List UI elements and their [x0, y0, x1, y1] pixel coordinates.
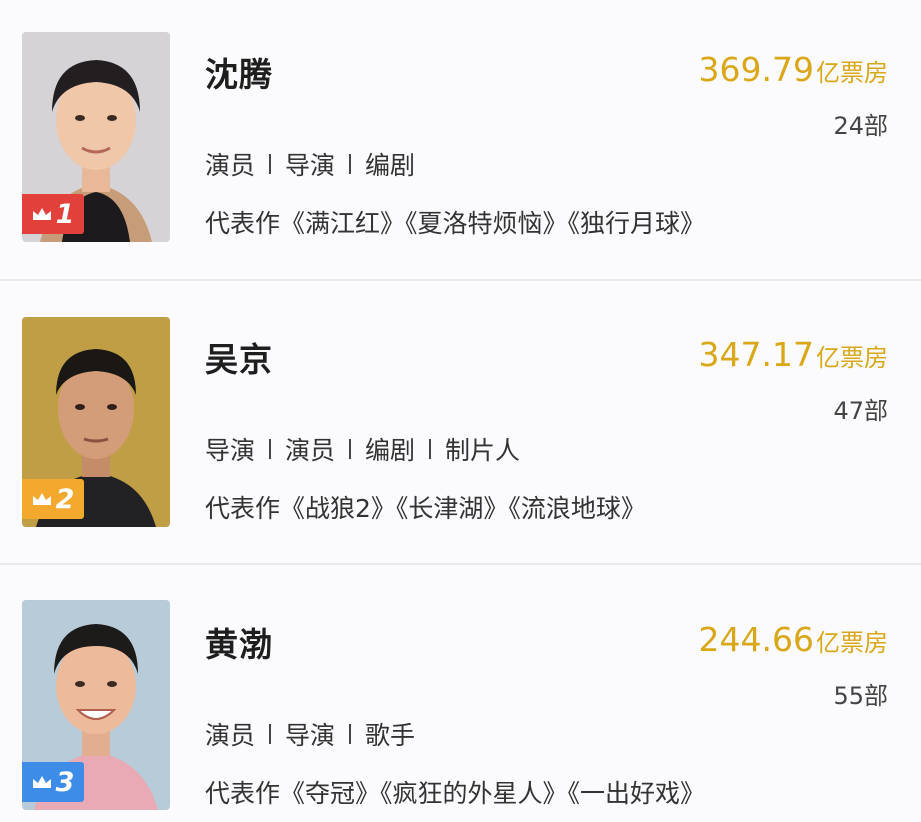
film-count: 55部 [833, 682, 888, 710]
role-separator [349, 154, 352, 174]
rank-number: 1 [55, 198, 75, 230]
role-separator [269, 439, 272, 459]
rank-number: 2 [55, 483, 75, 515]
box-office-value: 369.79 [698, 50, 814, 89]
role-separator [349, 724, 352, 744]
rank-badge: 3 [22, 762, 84, 802]
avatar[interactable]: 3 [22, 600, 170, 810]
role-separator [429, 439, 432, 459]
person-name: 吴京 [205, 340, 273, 379]
representative-works: 代表作《战狼2》《长津湖》《流浪地球》 [205, 494, 646, 523]
role-label: 导演 [205, 436, 256, 465]
role-label: 导演 [285, 721, 336, 750]
person-name: 沈腾 [205, 55, 273, 94]
representative-works: 代表作《夺冠》《疯狂的外星人》《一出好戏》 [205, 779, 706, 808]
crown-icon [32, 493, 51, 505]
role-separator [269, 154, 272, 174]
role-label: 制片人 [445, 436, 521, 465]
role-label: 编剧 [365, 151, 416, 180]
film-count: 47部 [833, 397, 888, 425]
role-label: 演员 [205, 721, 256, 750]
list-item[interactable]: 2 吴京 347.17 亿票房 47部 导演 演员 编剧 制片人 代表作《战狼2… [0, 295, 921, 565]
person-name: 黄渤 [205, 625, 273, 664]
role-separator [269, 724, 272, 744]
box-office: 244.66 亿票房 [699, 620, 888, 659]
avatar[interactable]: 1 [22, 32, 170, 242]
roles: 导演 演员 编剧 制片人 [205, 431, 520, 467]
divider [0, 563, 921, 565]
avatar[interactable]: 2 [22, 317, 170, 527]
rank-number: 3 [55, 766, 75, 798]
role-label: 演员 [205, 151, 256, 180]
film-count: 24部 [833, 112, 888, 140]
ranking-list: 1 沈腾 369.79 亿票房 24部 演员 导演 编剧 代表作《满江红》《夏洛… [0, 0, 921, 822]
role-separator [349, 439, 352, 459]
box-office-unit: 亿票房 [816, 344, 888, 372]
rank-badge: 1 [22, 194, 84, 234]
list-item[interactable]: 1 沈腾 369.79 亿票房 24部 演员 导演 编剧 代表作《满江红》《夏洛… [0, 10, 921, 280]
role-label: 歌手 [365, 721, 416, 750]
crown-icon [32, 208, 51, 220]
roles: 演员 导演 编剧 [205, 146, 415, 182]
roles: 演员 导演 歌手 [205, 716, 415, 752]
box-office-value: 244.66 [698, 620, 814, 659]
box-office: 347.17 亿票房 [699, 335, 888, 374]
box-office-value: 347.17 [698, 335, 814, 374]
representative-works: 代表作《满江红》《夏洛特烦恼》《独行月球》 [205, 209, 706, 238]
rank-badge: 2 [22, 479, 84, 519]
box-office: 369.79 亿票房 [699, 50, 888, 89]
role-label: 导演 [285, 151, 336, 180]
divider [0, 279, 921, 281]
role-label: 演员 [285, 436, 336, 465]
list-item[interactable]: 3 黄渤 244.66 亿票房 55部 演员 导演 歌手 代表作《夺冠》《疯狂的… [0, 580, 921, 822]
role-label: 编剧 [365, 436, 416, 465]
crown-icon [32, 776, 51, 788]
box-office-unit: 亿票房 [816, 629, 888, 657]
box-office-unit: 亿票房 [816, 59, 888, 87]
